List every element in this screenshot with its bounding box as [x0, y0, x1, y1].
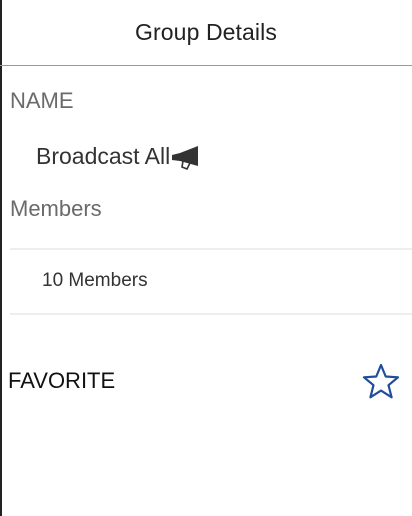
app-header: Group Details — [0, 0, 412, 66]
favorite-row: FAVORITE — [0, 356, 412, 406]
name-section-label: NAME — [10, 88, 74, 113]
page-title: Group Details — [135, 19, 277, 45]
group-name: Broadcast All — [36, 143, 204, 170]
members-section-label: Members — [10, 196, 102, 221]
group-name-text: Broadcast All — [36, 143, 171, 169]
divider — [10, 313, 412, 315]
favorite-toggle-button[interactable] — [360, 362, 402, 404]
favorite-label: FAVORITE — [8, 368, 116, 393]
star-outline-icon — [361, 362, 401, 405]
megaphone-icon — [170, 144, 204, 170]
members-count: 10 Members — [42, 270, 148, 291]
members-list-item[interactable]: 10 Members — [10, 250, 412, 312]
